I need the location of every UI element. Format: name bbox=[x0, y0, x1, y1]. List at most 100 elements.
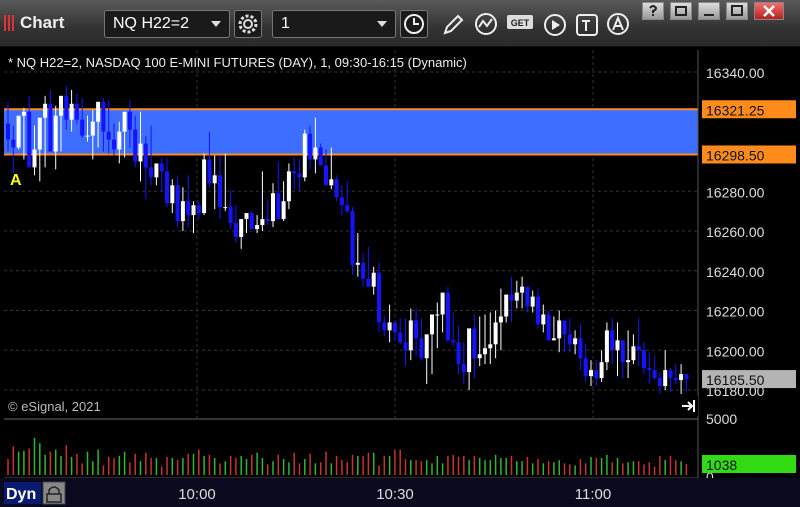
candle-body bbox=[520, 286, 525, 293]
restore-icon bbox=[675, 6, 687, 16]
candle-body bbox=[43, 103, 48, 118]
candle-body bbox=[154, 163, 159, 178]
candle-body bbox=[313, 147, 318, 160]
candle-body bbox=[440, 292, 445, 315]
volume-bar bbox=[383, 455, 386, 475]
volume-bar bbox=[298, 463, 301, 475]
candle-body bbox=[249, 213, 254, 230]
volume-bar bbox=[49, 451, 52, 475]
volume-bar bbox=[86, 451, 89, 475]
volume-bar bbox=[107, 456, 110, 475]
last-price-label: 16185.50 bbox=[706, 372, 765, 388]
volume-bar bbox=[319, 462, 322, 475]
lock-button[interactable] bbox=[42, 481, 66, 505]
volume-bar bbox=[436, 455, 439, 475]
candle-body bbox=[387, 322, 392, 331]
candle-body bbox=[498, 316, 503, 323]
volume-bar bbox=[39, 443, 41, 475]
get-button[interactable]: GET bbox=[506, 12, 536, 38]
candle-body bbox=[631, 346, 636, 361]
close-icon bbox=[763, 5, 775, 17]
volume-bar bbox=[113, 458, 115, 475]
drag-grip-icon[interactable] bbox=[4, 15, 14, 31]
candle-body bbox=[514, 292, 519, 301]
candle-body bbox=[180, 201, 185, 222]
volume-axis-top-label: 5000 bbox=[706, 411, 737, 427]
volume-bar bbox=[659, 455, 661, 475]
volume-bar bbox=[309, 453, 311, 475]
chart-line-icon bbox=[475, 13, 497, 35]
volume-bar bbox=[330, 463, 333, 475]
volume-bar bbox=[277, 454, 280, 475]
volume-bar bbox=[680, 461, 682, 475]
volume-bar bbox=[54, 449, 57, 475]
volume-bar bbox=[245, 459, 248, 475]
candle-body bbox=[430, 314, 434, 335]
candle-body bbox=[101, 101, 106, 132]
volume-bar bbox=[272, 461, 274, 475]
price-tick-label: 16340.00 bbox=[706, 65, 765, 81]
volume-bar bbox=[431, 463, 433, 475]
maximize-button[interactable] bbox=[726, 2, 748, 20]
study-button[interactable] bbox=[474, 12, 500, 38]
candle-body bbox=[557, 320, 562, 339]
volume-axis: 500001038 bbox=[702, 411, 796, 485]
candle-body bbox=[610, 330, 615, 351]
volume-bar bbox=[208, 454, 211, 475]
chevron-down-icon[interactable] bbox=[377, 21, 387, 27]
window-title[interactable]: Chart bbox=[4, 10, 64, 36]
candle-body bbox=[292, 171, 297, 174]
alert-button[interactable] bbox=[606, 12, 632, 38]
volume-bar bbox=[160, 466, 163, 475]
volume-bar bbox=[526, 456, 529, 475]
volume-bar bbox=[150, 458, 152, 475]
time-button[interactable] bbox=[400, 10, 428, 38]
dyn-button[interactable]: Dyn bbox=[4, 482, 41, 504]
candle-body bbox=[302, 133, 307, 178]
candle-body bbox=[361, 262, 366, 279]
draw-tool-button[interactable] bbox=[440, 12, 466, 38]
candle-body bbox=[48, 103, 53, 152]
candle-body bbox=[626, 360, 631, 363]
candle-body bbox=[276, 193, 281, 220]
candle-body bbox=[212, 175, 217, 184]
candle-body bbox=[127, 111, 132, 130]
watermark: © eSignal, 2021 bbox=[8, 399, 101, 414]
toolbar: Chart NQ H22=2 1 GET bbox=[0, 0, 800, 47]
text-button[interactable] bbox=[574, 12, 600, 38]
candle-body bbox=[530, 296, 535, 307]
candle-body bbox=[477, 354, 482, 359]
volume-bar bbox=[351, 454, 354, 475]
volume-bar bbox=[569, 464, 571, 475]
volume-bar bbox=[505, 458, 507, 475]
help-button[interactable] bbox=[642, 2, 664, 20]
candle-body bbox=[170, 185, 175, 204]
window-title-label: Chart bbox=[20, 13, 65, 32]
clock-icon bbox=[404, 14, 424, 34]
price-tick-label: 16200.00 bbox=[706, 343, 765, 359]
price-axis[interactable]: 16340.0016320.0016300.0016280.0016260.00… bbox=[702, 65, 796, 399]
restore-button[interactable] bbox=[670, 2, 692, 20]
volume-bar bbox=[521, 461, 523, 475]
volume-bar bbox=[102, 465, 105, 475]
candle-body bbox=[122, 111, 127, 132]
candle-body bbox=[265, 219, 270, 222]
symbol-input[interactable]: NQ H22=2 bbox=[104, 10, 230, 38]
price-tick-label: 16280.00 bbox=[706, 184, 765, 200]
candle-body bbox=[371, 272, 376, 287]
volume-bar bbox=[362, 455, 364, 475]
play-button[interactable] bbox=[542, 12, 568, 38]
pencil-icon bbox=[443, 14, 464, 35]
chevron-down-icon[interactable] bbox=[211, 21, 221, 27]
volume-bar bbox=[23, 450, 25, 475]
close-button[interactable] bbox=[754, 2, 784, 20]
candle-body bbox=[233, 223, 238, 237]
scroll-end-button[interactable] bbox=[678, 396, 698, 416]
volume-bar bbox=[685, 463, 688, 475]
minimize-button[interactable] bbox=[698, 2, 720, 20]
chart-marker-a[interactable]: A bbox=[10, 172, 22, 189]
interval-input[interactable]: 1 bbox=[272, 10, 396, 38]
volume-bar bbox=[590, 456, 592, 475]
settings-button[interactable] bbox=[234, 10, 262, 38]
chart-area[interactable]: 16340.0016320.0016300.0016280.0016260.00… bbox=[0, 46, 800, 507]
